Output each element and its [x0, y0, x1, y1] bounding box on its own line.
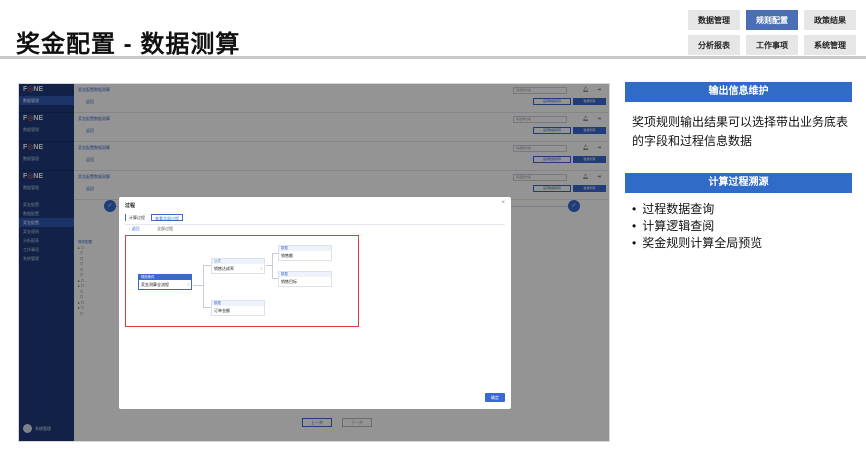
modal-title: 过程: [125, 203, 136, 209]
nav-data-management[interactable]: 数据管理: [688, 10, 740, 30]
flow-connector: [203, 265, 204, 307]
slide: 奖金配置 - 数据测算 数据管理 规则配置 政策结果 分析报表 工作事项 系统管…: [0, 0, 866, 452]
flow-connector: [272, 253, 273, 278]
tab-view-all[interactable]: 查看全部过程: [151, 214, 183, 221]
flow-connector: [203, 307, 211, 308]
nav-system-management[interactable]: 系统管理: [804, 35, 856, 55]
flow-connector: [203, 265, 211, 266]
list-item: 过程数据查询: [632, 201, 762, 218]
nav-row-1: 数据管理 规则配置 政策结果: [688, 10, 856, 30]
nav-work-items[interactable]: 工作事项: [746, 35, 798, 55]
modal-tabs: 计算过程 查看全部过程: [125, 214, 186, 221]
nav-rule-config[interactable]: 规则配置: [746, 10, 798, 30]
flow-node-sales-target[interactable]: 数据 销售目标: [278, 271, 332, 287]
top-nav: 数据管理 规则配置 政策结果 分析报表 工作事项 系统管理: [688, 10, 856, 60]
modal-divider: [125, 224, 505, 225]
confirm-button[interactable]: 确定: [485, 393, 505, 402]
section-heading-trace: 计算过程溯源: [625, 173, 852, 193]
close-icon[interactable]: ×: [501, 200, 505, 206]
flow-node-root[interactable]: 规则条件 奖金测算全流程 ›: [138, 274, 192, 290]
trace-feature-list: 过程数据查询 计算逻辑查阅 奖金规则计算全局预览: [632, 201, 762, 252]
process-modal: 过程 × 计算过程 查看全部过程 ‹ 返回 全部过程 规则条件 奖金测算全流程 …: [119, 197, 511, 409]
flow-node-order-amount[interactable]: 数据 订单金额: [211, 300, 265, 316]
modal-back-link[interactable]: ‹ 返回: [129, 226, 139, 232]
chevron-right-icon: ›: [187, 282, 189, 288]
list-item: 计算逻辑查阅: [632, 218, 762, 235]
header-divider: [0, 56, 866, 59]
list-item: 奖金规则计算全局预览: [632, 235, 762, 252]
app-screenshot: F◎NE 数据管理 F◎NE 数据管理 F◎NE 数据管理 F◎NE 数据管理 …: [18, 83, 610, 442]
section-heading-output: 输出信息维护: [625, 82, 852, 102]
nav-row-2: 分析报表 工作事项 系统管理: [688, 35, 856, 55]
nav-analysis-reports[interactable]: 分析报表: [688, 35, 740, 55]
chevron-right-icon: ›: [260, 266, 262, 272]
section-text-output: 奖项规则输出结果可以选择带出业务底表的字段和过程信息数据: [632, 115, 849, 148]
tab-calc-process[interactable]: 计算过程: [125, 214, 148, 221]
flow-diagram: 规则条件 奖金测算全流程 › 公式 销售达成率 › 数据 订单金额 数据 销售额: [125, 235, 359, 327]
flow-node-sales[interactable]: 数据 销售额: [278, 245, 332, 261]
nav-policy-results[interactable]: 政策结果: [804, 10, 856, 30]
page-title: 奖金配置 - 数据测算: [16, 31, 241, 58]
flow-connector: [193, 285, 203, 286]
breadcrumb: 全部过程: [157, 226, 173, 231]
flow-node-formula[interactable]: 公式 销售达成率 ›: [211, 258, 265, 274]
